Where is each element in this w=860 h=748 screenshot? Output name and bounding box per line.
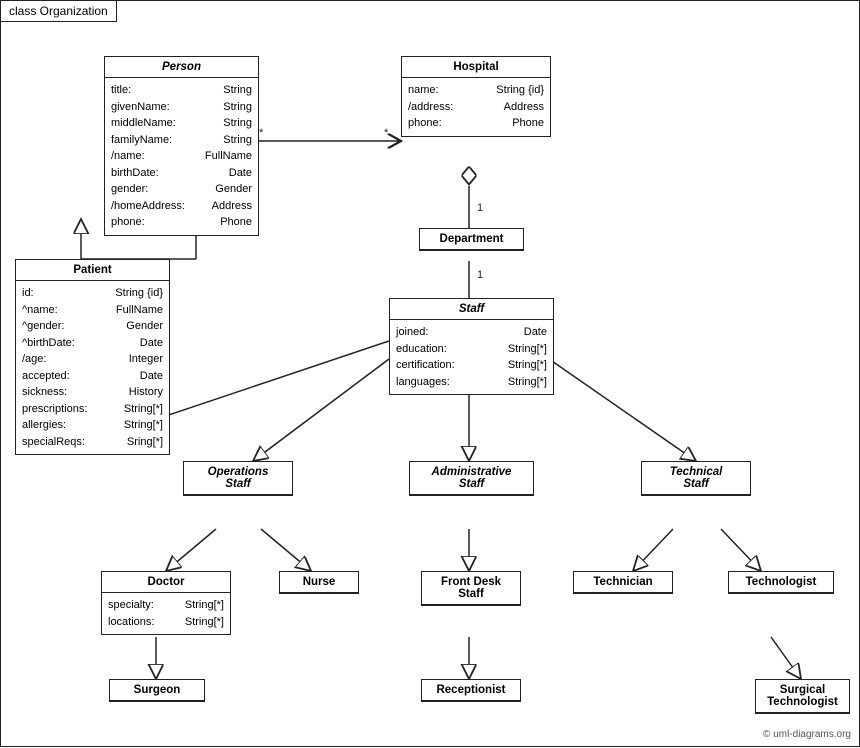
hospital-attrs: name:String {id} /address:Address phone:… <box>402 78 550 136</box>
svg-text:1: 1 <box>477 202 483 214</box>
person-attrs: title:String givenName:String middleName… <box>105 78 258 235</box>
hospital-title: Hospital <box>402 57 550 78</box>
patient-attrs: id:String {id} ^name:FullName ^gender:Ge… <box>16 281 169 454</box>
operations-staff-title: Operations Staff <box>184 462 292 495</box>
doctor-class: Doctor specialty:String[*] locations:Str… <box>101 571 231 635</box>
nurse-class: Nurse <box>279 571 359 594</box>
front-desk-staff-title: Front Desk Staff <box>422 572 520 605</box>
receptionist-title: Receptionist <box>422 680 520 701</box>
administrative-staff-class: Administrative Staff <box>409 461 534 496</box>
administrative-staff-title: Administrative Staff <box>410 462 533 495</box>
surgeon-class: Surgeon <box>109 679 205 702</box>
svg-text:*: * <box>384 127 389 139</box>
diagram-title: class Organization <box>1 1 117 22</box>
surgical-technologist-class: Surgical Technologist <box>755 679 850 714</box>
svg-text:1: 1 <box>477 269 483 281</box>
nurse-title: Nurse <box>280 572 358 593</box>
receptionist-class: Receptionist <box>421 679 521 702</box>
technician-title: Technician <box>574 572 672 593</box>
surgical-technologist-title: Surgical Technologist <box>756 680 849 713</box>
hospital-class: Hospital name:String {id} /address:Addre… <box>401 56 551 137</box>
technologist-title: Technologist <box>729 572 833 593</box>
surgeon-title: Surgeon <box>110 680 204 701</box>
technical-staff-class: Technical Staff <box>641 461 751 496</box>
technical-staff-title: Technical Staff <box>642 462 750 495</box>
doctor-title: Doctor <box>102 572 230 593</box>
operations-staff-class: Operations Staff <box>183 461 293 496</box>
department-title: Department <box>420 229 523 250</box>
patient-title: Patient <box>16 260 169 281</box>
technologist-class: Technologist <box>728 571 834 594</box>
copyright: © uml-diagrams.org <box>763 729 851 740</box>
front-desk-staff-class: Front Desk Staff <box>421 571 521 606</box>
staff-title: Staff <box>390 299 553 320</box>
patient-class: Patient id:String {id} ^name:FullName ^g… <box>15 259 170 455</box>
doctor-attrs: specialty:String[*] locations:String[*] <box>102 593 230 634</box>
department-class: Department <box>419 228 524 251</box>
diagram-container: class Organization * * 1 * <box>0 0 860 747</box>
svg-text:*: * <box>259 127 264 139</box>
staff-attrs: joined:Date education:String[*] certific… <box>390 320 553 394</box>
person-class: Person title:String givenName:String mid… <box>104 56 259 236</box>
staff-class: Staff joined:Date education:String[*] ce… <box>389 298 554 395</box>
technician-class: Technician <box>573 571 673 594</box>
person-title: Person <box>105 57 258 78</box>
